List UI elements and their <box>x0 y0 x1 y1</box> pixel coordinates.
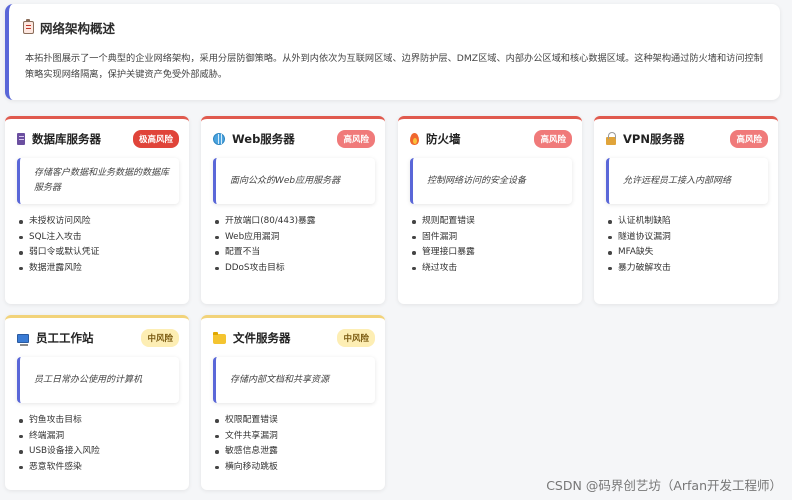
risk-item: 配置不当 <box>215 245 375 261</box>
folder-icon <box>213 332 226 344</box>
risk-item: 钓鱼攻击目标 <box>19 413 179 429</box>
card-employee-workstation[interactable]: 员工工作站 中风险 员工日常办公使用的计算机 钓鱼攻击目标 终端漏洞 USB设备… <box>5 315 189 490</box>
risk-badge: 高风险 <box>730 130 768 148</box>
risk-item: USB设备接入风险 <box>19 444 179 460</box>
card-vpn-server[interactable]: VPN服务器 高风险 允许远程员工接入内部网络 认证机制缺陷 隧道协议漏洞 MF… <box>594 116 778 304</box>
card-title: VPN服务器 <box>623 132 685 146</box>
lock-icon <box>606 132 616 145</box>
risk-item: 认证机制缺陷 <box>608 214 768 230</box>
card-firewall[interactable]: 防火墙 高风险 控制网络访问的安全设备 规则配置错误 固件漏洞 管理接口暴露 绕… <box>398 116 582 304</box>
card-description: 允许远程员工接入内部网络 <box>606 158 768 204</box>
risk-item: 恶意软件感染 <box>19 460 179 476</box>
risk-item: Web应用漏洞 <box>215 230 375 246</box>
card-header: 文件服务器 中风险 <box>213 328 375 348</box>
card-header: 数据库服务器 极高风险 <box>17 129 179 149</box>
card-header: VPN服务器 高风险 <box>606 129 768 149</box>
card-title: 数据库服务器 <box>32 132 101 146</box>
risk-item: 规则配置错误 <box>412 214 572 230</box>
risk-badge: 极高风险 <box>132 130 179 148</box>
card-description: 存储客户数据和业务数据的数据库服务器 <box>17 158 179 204</box>
risk-item: 未授权访问风险 <box>19 214 179 230</box>
card-header: 防火墙 高风险 <box>410 129 572 149</box>
risk-item: MFA缺失 <box>608 245 768 261</box>
overview-title: 网络架构概述 <box>40 21 116 36</box>
risk-list: 认证机制缺陷 隧道协议漏洞 MFA缺失 暴力破解攻击 <box>606 214 768 276</box>
card-description: 控制网络访问的安全设备 <box>410 158 572 204</box>
card-title: Web服务器 <box>232 132 295 146</box>
risk-item: 弱口令或默认凭证 <box>19 245 179 261</box>
risk-item: 数据泄露风险 <box>19 261 179 277</box>
risk-badge: 高风险 <box>534 130 572 148</box>
risk-item: 暴力破解攻击 <box>608 261 768 277</box>
overview-description: 本拓扑图展示了一个典型的企业网络架构，采用分层防御策略。从外到内依次为互联网区域… <box>25 53 763 80</box>
card-title: 员工工作站 <box>36 331 94 345</box>
risk-badge: 高风险 <box>337 130 375 148</box>
risk-item: 固件漏洞 <box>412 230 572 246</box>
risk-item: 绕过攻击 <box>412 261 572 277</box>
risk-list: 权限配置错误 文件共享漏洞 敏感信息泄露 横向移动跳板 <box>213 413 375 475</box>
watermark: CSDN @码界创艺坊（Arfan开发工程师） <box>546 478 782 493</box>
card-database-server[interactable]: 数据库服务器 极高风险 存储客户数据和业务数据的数据库服务器 未授权访问风险 S… <box>5 116 189 304</box>
card-title: 防火墙 <box>426 132 461 146</box>
risk-badge: 中风险 <box>141 329 179 347</box>
risk-item: 敏感信息泄露 <box>215 444 375 460</box>
card-file-server[interactable]: 文件服务器 中风险 存储内部文档和共享资源 权限配置错误 文件共享漏洞 敏感信息… <box>201 315 385 490</box>
clipboard-icon <box>23 19 34 34</box>
risk-list: 未授权访问风险 SQL注入攻击 弱口令或默认凭证 数据泄露风险 <box>17 214 179 276</box>
risk-item: 隧道协议漏洞 <box>608 230 768 246</box>
card-header: 员工工作站 中风险 <box>17 328 179 348</box>
risk-item: 文件共享漏洞 <box>215 429 375 445</box>
risk-item: DDoS攻击目标 <box>215 261 375 277</box>
globe-icon <box>213 133 225 145</box>
risk-list: 规则配置错误 固件漏洞 管理接口暴露 绕过攻击 <box>410 214 572 276</box>
overview-panel: 网络架构概述 本拓扑图展示了一个典型的企业网络架构，采用分层防御策略。从外到内依… <box>5 4 780 100</box>
risk-list: 钓鱼攻击目标 终端漏洞 USB设备接入风险 恶意软件感染 <box>17 413 179 475</box>
risk-item: 权限配置错误 <box>215 413 375 429</box>
risk-badge: 中风险 <box>337 329 375 347</box>
card-title: 文件服务器 <box>233 331 291 345</box>
risk-item: SQL注入攻击 <box>19 230 179 246</box>
overview-header: 网络架构概述 <box>23 18 766 37</box>
database-icon <box>17 133 25 145</box>
card-header: Web服务器 高风险 <box>213 129 375 149</box>
computer-icon <box>17 333 29 346</box>
risk-list: 开放端口(80/443)暴露 Web应用漏洞 配置不当 DDoS攻击目标 <box>213 214 375 276</box>
card-description: 面向公众的Web应用服务器 <box>213 158 375 204</box>
card-description: 员工日常办公使用的计算机 <box>17 357 179 403</box>
risk-item: 管理接口暴露 <box>412 245 572 261</box>
risk-item: 横向移动跳板 <box>215 460 375 476</box>
card-description: 存储内部文档和共享资源 <box>213 357 375 403</box>
risk-item: 开放端口(80/443)暴露 <box>215 214 375 230</box>
card-web-server[interactable]: Web服务器 高风险 面向公众的Web应用服务器 开放端口(80/443)暴露 … <box>201 116 385 304</box>
risk-item: 终端漏洞 <box>19 429 179 445</box>
fire-icon <box>410 133 419 145</box>
